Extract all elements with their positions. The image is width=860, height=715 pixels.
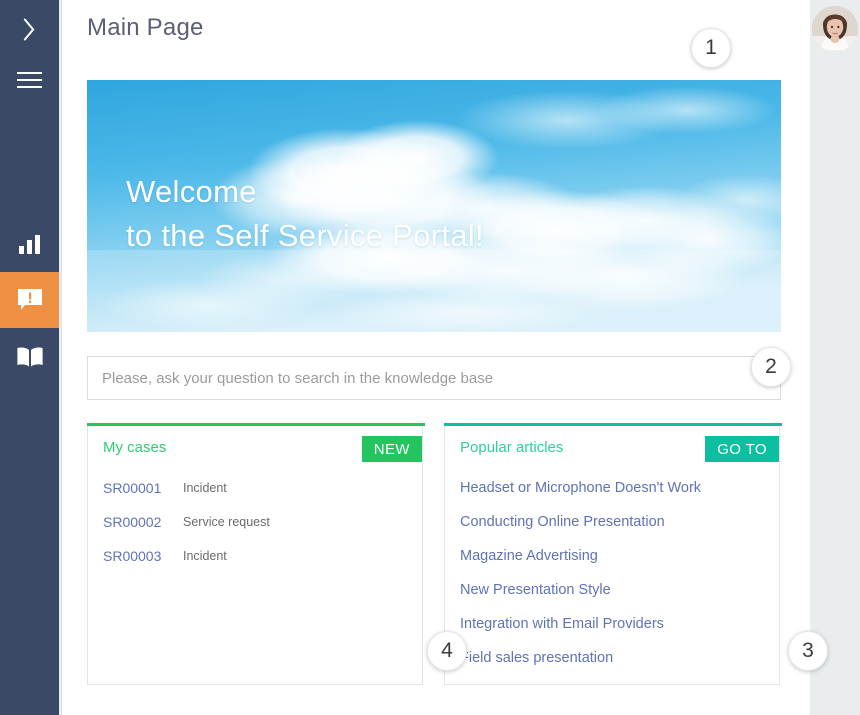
sidebar-nav [0,216,59,384]
open-book-icon [16,346,43,367]
bar-chart-icon [18,234,41,254]
welcome-banner: Welcome to the Self Service Portal! [87,80,781,332]
user-avatar-icon [812,6,858,52]
case-type: Incident [183,549,227,563]
article-link[interactable]: Integration with Email Providers [460,616,664,632]
case-type: Incident [183,481,227,495]
list-item[interactable]: New Presentation Style [445,573,779,607]
sidebar-menu-button[interactable] [0,54,59,106]
article-link[interactable]: Magazine Advertising [460,548,598,564]
search-input[interactable] [88,357,780,399]
sidebar-item-dashboard[interactable] [0,216,59,272]
table-row[interactable]: SR00001 Incident [88,471,422,505]
chevron-right-icon [20,18,40,38]
step-badge-1: 1 [691,28,731,68]
left-sidebar [0,0,59,715]
table-row[interactable]: SR00003 Incident [88,539,422,573]
sidebar-item-cases[interactable] [0,272,59,328]
table-row[interactable]: SR00002 Service request [88,505,422,539]
banner-line-1: Welcome [126,174,257,209]
case-type: Service request [183,515,270,529]
step-badge-4: 4 [427,631,467,671]
case-id-link[interactable]: SR00003 [103,548,175,564]
new-case-button[interactable]: NEW [361,436,422,462]
popular-articles-panel: Popular articles GO TO Headset or Microp… [444,423,782,685]
step-badge-2: 2 [751,347,791,387]
article-link[interactable]: Headset or Microphone Doesn't Work [460,480,701,496]
app-root: Main Page Welcome to the Self Service Po… [0,0,860,715]
my-cases-header: My cases NEW [88,426,422,471]
my-cases-panel: My cases NEW SR00001 Incident SR00002 Se… [87,423,425,685]
step-badge-3: 3 [788,631,828,671]
case-id-link[interactable]: SR00002 [103,514,175,530]
list-item[interactable]: Field sales presentation [445,641,779,675]
banner-text: Welcome to the Self Service Portal! [126,170,484,258]
article-link[interactable]: Field sales presentation [460,650,613,666]
right-rail [810,0,860,715]
knowledge-base-search[interactable] [87,356,781,400]
popular-articles-title: Popular articles [460,439,564,456]
list-item[interactable]: Magazine Advertising [445,539,779,573]
main-content: Main Page Welcome to the Self Service Po… [61,0,828,715]
sidebar-item-knowledge-base[interactable] [0,328,59,384]
list-item[interactable]: Integration with Email Providers [445,607,779,641]
hamburger-menu-icon [17,72,42,88]
banner-line-2: to the Self Service Portal! [126,218,484,254]
case-id-link[interactable]: SR00001 [103,480,175,496]
comment-alert-icon [17,289,42,310]
popular-articles-header: Popular articles GO TO [445,426,779,471]
list-item[interactable]: Conducting Online Presentation [445,505,779,539]
my-cases-title: My cases [103,439,167,456]
article-link[interactable]: Conducting Online Presentation [460,514,665,530]
page-title: Main Page [87,14,204,41]
article-link[interactable]: New Presentation Style [460,582,611,598]
go-to-articles-button[interactable]: GO TO [705,436,779,462]
avatar[interactable] [812,6,858,52]
sidebar-expand-button[interactable] [0,2,59,54]
list-item[interactable]: Headset or Microphone Doesn't Work [445,471,779,505]
